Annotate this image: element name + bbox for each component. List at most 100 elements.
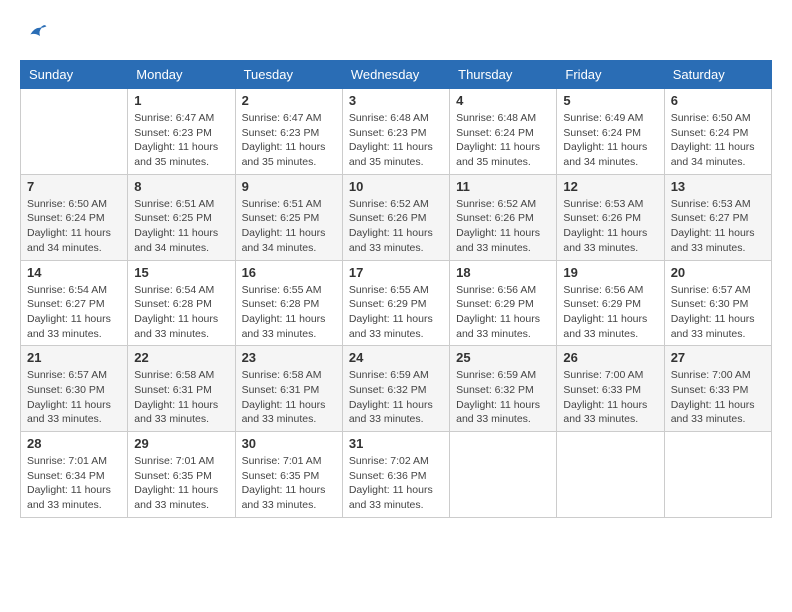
calendar-day-cell: 18Sunrise: 6:56 AMSunset: 6:29 PMDayligh…	[450, 260, 557, 346]
calendar-day-cell: 22Sunrise: 6:58 AMSunset: 6:31 PMDayligh…	[128, 346, 235, 432]
calendar-body: 1 Sunrise: 6:47 AMSunset: 6:23 PMDaylight…	[21, 89, 772, 518]
day-detail: Sunrise: 6:56 AMSunset: 6:29 PMDaylight:…	[563, 283, 657, 342]
day-number: 1	[134, 93, 228, 108]
day-header-row: SundayMondayTuesdayWednesdayThursdayFrid…	[21, 61, 772, 89]
day-number: 5	[563, 93, 657, 108]
calendar-day-cell: 20Sunrise: 6:57 AMSunset: 6:30 PMDayligh…	[664, 260, 771, 346]
logo-bird-icon	[24, 20, 48, 44]
calendar-day-cell: 16 Sunrise: 6:55 AMSunset: 6:28 PMDayligh…	[235, 260, 342, 346]
day-detail: Sunrise: 7:01 AMSunset: 6:35 PMDaylight:…	[134, 454, 228, 513]
day-detail: Sunrise: 6:59 AMSunset: 6:32 PMDaylight:…	[349, 368, 443, 427]
calendar-week-row: 14Sunrise: 6:54 AMSunset: 6:27 PMDayligh…	[21, 260, 772, 346]
day-number: 3	[349, 93, 443, 108]
calendar-day-cell: 9 Sunrise: 6:51 AMSunset: 6:25 PMDaylight…	[235, 174, 342, 260]
calendar-day-cell: 6 Sunrise: 6:50 AMSunset: 6:24 PMDaylight…	[664, 89, 771, 175]
calendar-day-cell	[450, 432, 557, 518]
day-of-week-header: Wednesday	[342, 61, 449, 89]
day-number: 25	[456, 350, 550, 365]
day-number: 14	[27, 265, 121, 280]
day-number: 24	[349, 350, 443, 365]
calendar-week-row: 7 Sunrise: 6:50 AMSunset: 6:24 PMDaylight…	[21, 174, 772, 260]
day-number: 29	[134, 436, 228, 451]
calendar-table: SundayMondayTuesdayWednesdayThursdayFrid…	[20, 60, 772, 518]
day-detail: Sunrise: 6:51 AMSunset: 6:25 PMDaylight:…	[134, 197, 228, 256]
day-detail: Sunrise: 6:51 AMSunset: 6:25 PMDaylight:…	[242, 197, 336, 256]
day-detail: Sunrise: 6:50 AMSunset: 6:24 PMDaylight:…	[27, 197, 121, 256]
calendar-day-cell: 17 Sunrise: 6:55 AMSunset: 6:29 PMDayligh…	[342, 260, 449, 346]
calendar-day-cell: 10 Sunrise: 6:52 AMSunset: 6:26 PMDayligh…	[342, 174, 449, 260]
day-detail: Sunrise: 7:00 AMSunset: 6:33 PMDaylight:…	[563, 368, 657, 427]
calendar-header: SundayMondayTuesdayWednesdayThursdayFrid…	[21, 61, 772, 89]
day-number: 30	[242, 436, 336, 451]
day-of-week-header: Thursday	[450, 61, 557, 89]
day-of-week-header: Sunday	[21, 61, 128, 89]
day-detail: Sunrise: 6:55 AMSunset: 6:28 PMDaylight:…	[242, 283, 336, 342]
day-number: 23	[242, 350, 336, 365]
day-detail: Sunrise: 6:57 AMSunset: 6:30 PMDaylight:…	[27, 368, 121, 427]
calendar-day-cell: 26 Sunrise: 7:00 AMSunset: 6:33 PMDayligh…	[557, 346, 664, 432]
calendar-day-cell: 15 Sunrise: 6:54 AMSunset: 6:28 PMDayligh…	[128, 260, 235, 346]
day-detail: Sunrise: 6:53 AMSunset: 6:27 PMDaylight:…	[671, 197, 765, 256]
day-number: 6	[671, 93, 765, 108]
day-detail: Sunrise: 6:56 AMSunset: 6:29 PMDaylight:…	[456, 283, 550, 342]
day-number: 9	[242, 179, 336, 194]
day-of-week-header: Saturday	[664, 61, 771, 89]
day-number: 13	[671, 179, 765, 194]
day-of-week-header: Monday	[128, 61, 235, 89]
calendar-day-cell	[21, 89, 128, 175]
calendar-day-cell: 1Sunrise: 6:47 AMSunset: 6:23 PMDaylight…	[128, 89, 235, 175]
day-detail: Sunrise: 6:52 AMSunset: 6:26 PMDaylight:…	[349, 197, 443, 256]
calendar-day-cell: 27 Sunrise: 7:00 AMSunset: 6:33 PMDayligh…	[664, 346, 771, 432]
calendar-day-cell: 21 Sunrise: 6:57 AMSunset: 6:30 PMDayligh…	[21, 346, 128, 432]
calendar-day-cell: 8 Sunrise: 6:51 AMSunset: 6:25 PMDaylight…	[128, 174, 235, 260]
calendar-day-cell: 7 Sunrise: 6:50 AMSunset: 6:24 PMDaylight…	[21, 174, 128, 260]
calendar-day-cell: 11Sunrise: 6:52 AMSunset: 6:26 PMDayligh…	[450, 174, 557, 260]
calendar-day-cell: 4 Sunrise: 6:48 AMSunset: 6:24 PMDaylight…	[450, 89, 557, 175]
day-detail: Sunrise: 6:58 AMSunset: 6:31 PMDaylight:…	[134, 368, 228, 427]
day-detail: Sunrise: 6:47 AMSunset: 6:23 PMDaylight:…	[242, 111, 336, 170]
calendar-day-cell: 3Sunrise: 6:48 AMSunset: 6:23 PMDaylight…	[342, 89, 449, 175]
day-number: 31	[349, 436, 443, 451]
calendar-day-cell: 13 Sunrise: 6:53 AMSunset: 6:27 PMDayligh…	[664, 174, 771, 260]
page-header	[20, 20, 772, 44]
calendar-week-row: 21 Sunrise: 6:57 AMSunset: 6:30 PMDayligh…	[21, 346, 772, 432]
calendar-day-cell: 28Sunrise: 7:01 AMSunset: 6:34 PMDayligh…	[21, 432, 128, 518]
day-number: 21	[27, 350, 121, 365]
day-detail: Sunrise: 6:53 AMSunset: 6:26 PMDaylight:…	[563, 197, 657, 256]
day-detail: Sunrise: 7:02 AMSunset: 6:36 PMDaylight:…	[349, 454, 443, 513]
calendar-day-cell: 31 Sunrise: 7:02 AMSunset: 6:36 PMDayligh…	[342, 432, 449, 518]
calendar-day-cell: 5 Sunrise: 6:49 AMSunset: 6:24 PMDaylight…	[557, 89, 664, 175]
day-detail: Sunrise: 6:59 AMSunset: 6:32 PMDaylight:…	[456, 368, 550, 427]
logo	[20, 20, 48, 44]
day-number: 16	[242, 265, 336, 280]
calendar-day-cell: 12 Sunrise: 6:53 AMSunset: 6:26 PMDayligh…	[557, 174, 664, 260]
day-number: 27	[671, 350, 765, 365]
day-number: 4	[456, 93, 550, 108]
day-number: 8	[134, 179, 228, 194]
day-detail: Sunrise: 6:50 AMSunset: 6:24 PMDaylight:…	[671, 111, 765, 170]
day-detail: Sunrise: 7:01 AMSunset: 6:35 PMDaylight:…	[242, 454, 336, 513]
day-of-week-header: Friday	[557, 61, 664, 89]
day-detail: Sunrise: 6:57 AMSunset: 6:30 PMDaylight:…	[671, 283, 765, 342]
day-detail: Sunrise: 6:48 AMSunset: 6:24 PMDaylight:…	[456, 111, 550, 170]
day-number: 26	[563, 350, 657, 365]
day-number: 19	[563, 265, 657, 280]
calendar-day-cell: 25 Sunrise: 6:59 AMSunset: 6:32 PMDayligh…	[450, 346, 557, 432]
day-number: 17	[349, 265, 443, 280]
day-detail: Sunrise: 7:00 AMSunset: 6:33 PMDaylight:…	[671, 368, 765, 427]
day-detail: Sunrise: 6:54 AMSunset: 6:28 PMDaylight:…	[134, 283, 228, 342]
day-detail: Sunrise: 6:58 AMSunset: 6:31 PMDaylight:…	[242, 368, 336, 427]
calendar-day-cell: 2 Sunrise: 6:47 AMSunset: 6:23 PMDaylight…	[235, 89, 342, 175]
day-number: 2	[242, 93, 336, 108]
calendar-day-cell: 30 Sunrise: 7:01 AMSunset: 6:35 PMDayligh…	[235, 432, 342, 518]
day-number: 12	[563, 179, 657, 194]
day-of-week-header: Tuesday	[235, 61, 342, 89]
day-detail: Sunrise: 6:55 AMSunset: 6:29 PMDaylight:…	[349, 283, 443, 342]
calendar-day-cell: 23 Sunrise: 6:58 AMSunset: 6:31 PMDayligh…	[235, 346, 342, 432]
day-detail: Sunrise: 6:49 AMSunset: 6:24 PMDaylight:…	[563, 111, 657, 170]
day-number: 15	[134, 265, 228, 280]
day-number: 7	[27, 179, 121, 194]
calendar-day-cell	[664, 432, 771, 518]
day-number: 28	[27, 436, 121, 451]
day-number: 10	[349, 179, 443, 194]
